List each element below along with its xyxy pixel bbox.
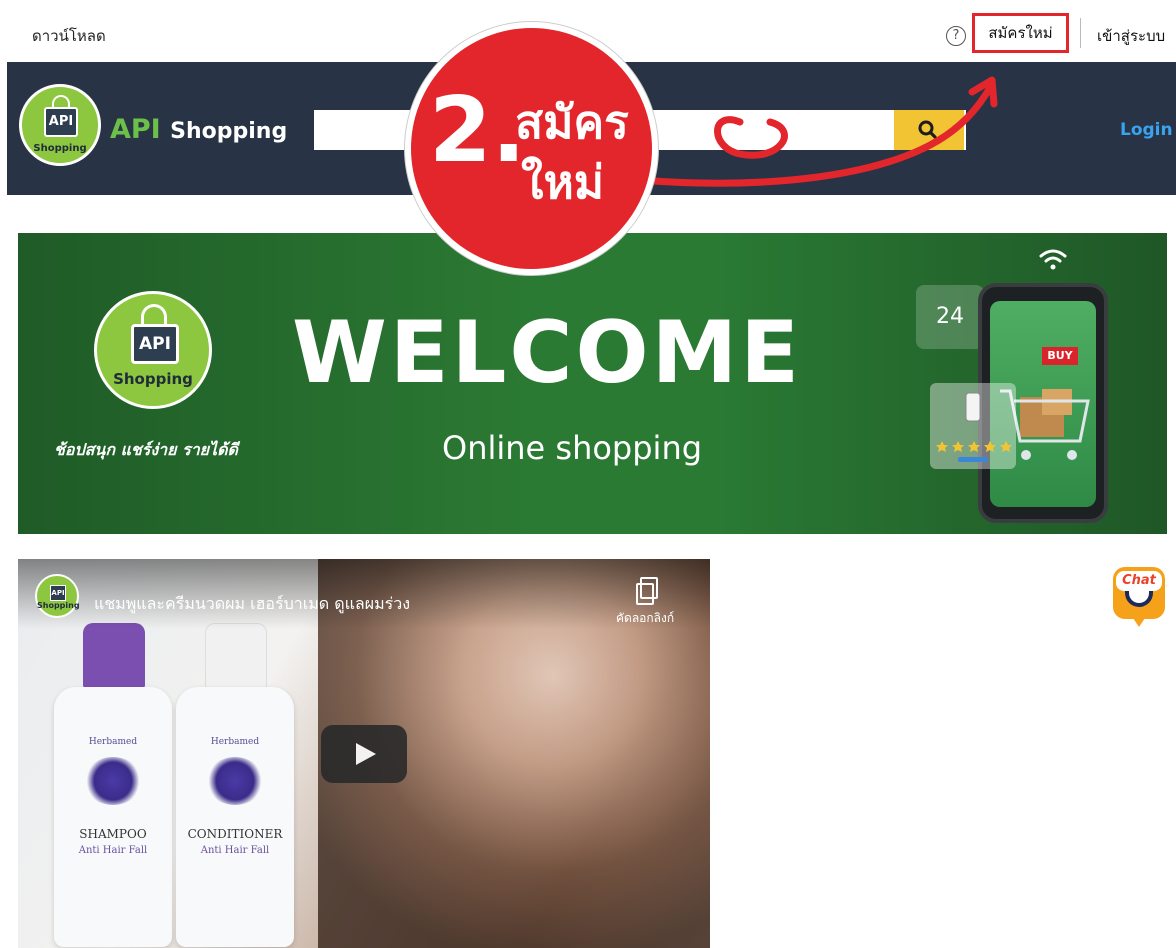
logo-caption: Shopping bbox=[33, 143, 87, 154]
chat-label: Chat bbox=[1116, 571, 1162, 591]
brand-part-shopping: Shopping bbox=[170, 119, 288, 144]
copy-icon[interactable] bbox=[636, 577, 658, 605]
shampoo-cap bbox=[83, 623, 145, 689]
annotation-arrow bbox=[636, 76, 998, 187]
site-logo[interactable]: API Shopping bbox=[19, 84, 101, 166]
conditioner-cap bbox=[205, 623, 267, 689]
avatar-bag-icon: API bbox=[50, 585, 66, 601]
product-brand: Herbamed bbox=[88, 737, 138, 747]
header-login-link[interactable]: Login bbox=[1120, 120, 1173, 140]
divider bbox=[1080, 18, 1081, 48]
product-sub: Anti Hair Fall bbox=[200, 845, 270, 856]
banner-logo-caption: Shopping bbox=[113, 370, 193, 388]
conditioner-bottle: Herbamed CONDITIONER Anti Hair Fall bbox=[176, 687, 294, 947]
help-icon[interactable]: ? bbox=[946, 26, 966, 46]
flower-icon bbox=[84, 757, 142, 805]
product-name: CONDITIONER bbox=[187, 827, 283, 841]
chat-widget[interactable]: Chat bbox=[1113, 567, 1165, 627]
brand-part-api: API bbox=[110, 114, 161, 145]
step-label-line2: ใหม่ bbox=[521, 155, 605, 209]
step-badge: 2. สมัคร ใหม่ bbox=[405, 22, 658, 275]
support-hours: 24 bbox=[936, 304, 964, 329]
play-button[interactable] bbox=[321, 725, 407, 783]
download-link[interactable]: ดาวน์โหลด bbox=[32, 24, 106, 48]
register-link[interactable]: สมัครใหม่ bbox=[972, 13, 1069, 53]
product-card-illustration bbox=[930, 383, 1016, 469]
video-title[interactable]: แชมพูและครีมนวดผม เฮอร์บาเมด ดูแลผมร่วง bbox=[94, 592, 410, 617]
product-brand: Herbamed bbox=[210, 737, 260, 747]
flower-icon bbox=[206, 757, 264, 805]
video-player[interactable]: Herbamed SHAMPOO Anti Hair Fall Herbamed… bbox=[18, 559, 710, 948]
banner-tagline: ช้อปสนุก แชร์ง่าย รายได้ดี bbox=[54, 440, 238, 459]
logo-bag-icon: API bbox=[44, 107, 78, 137]
channel-avatar[interactable]: API Shopping bbox=[35, 574, 80, 618]
welcome-banner[interactable]: API Shopping ช้อปสนุก แชร์ง่าย รายได้ดี … bbox=[18, 233, 1167, 534]
product-name: SHAMPOO bbox=[79, 827, 147, 841]
product-sub: Anti Hair Fall bbox=[78, 845, 148, 856]
step-number: 2. bbox=[429, 78, 526, 183]
chat-bubble-tail bbox=[1131, 615, 1147, 627]
banner-logo: API Shopping bbox=[94, 291, 212, 409]
phone-support-icon: 24 bbox=[916, 285, 984, 349]
copy-link-label[interactable]: คัดลอกลิงก์ bbox=[616, 609, 674, 628]
rating-stars-icon bbox=[936, 392, 1012, 462]
shampoo-bottle: Herbamed SHAMPOO Anti Hair Fall bbox=[54, 687, 172, 947]
brand-name[interactable]: API Shopping bbox=[110, 114, 287, 145]
wifi-icon bbox=[1039, 249, 1067, 270]
banner-bag-icon: API bbox=[131, 324, 179, 364]
banner-headline: WELCOME bbox=[292, 303, 802, 403]
banner-subheadline: Online shopping bbox=[442, 429, 703, 467]
avatar-caption: Shopping bbox=[37, 601, 80, 610]
login-link[interactable]: เข้าสู่ระบบ bbox=[1097, 24, 1165, 48]
